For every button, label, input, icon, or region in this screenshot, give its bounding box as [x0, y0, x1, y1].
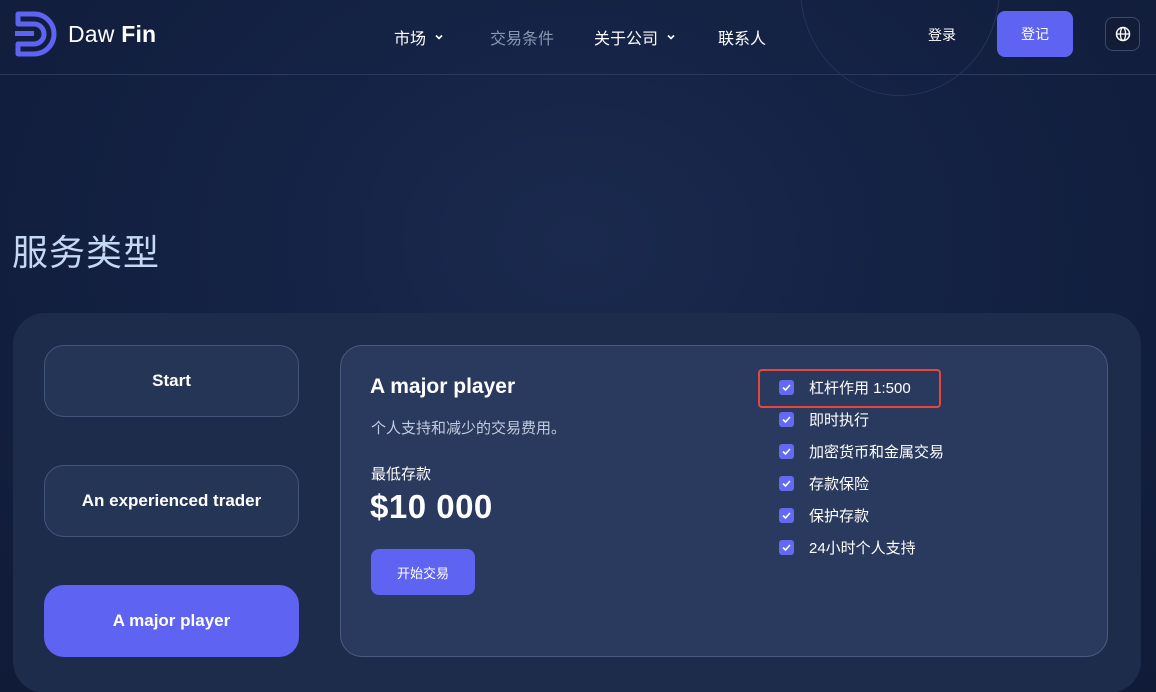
feature-item: 即时执行: [779, 409, 869, 430]
tab-label: A major player: [112, 611, 231, 630]
chevron-down-icon: [435, 34, 443, 40]
nav-item-label: 市场: [394, 31, 427, 48]
feature-label: 杠杆作用 1:500: [809, 380, 911, 397]
feature-item: 保护存款: [779, 505, 869, 526]
feature-item: 加密货币和金属交易: [779, 441, 944, 462]
feature-label: 加密货币和金属交易: [809, 444, 945, 461]
feature-item: 24小时个人支持: [779, 537, 916, 558]
nav-item-market[interactable]: 市场: [394, 25, 444, 49]
feature-label: 即时执行: [809, 412, 870, 429]
brand-name: Daw Fin: [68, 21, 156, 48]
chevron-down-icon: [667, 34, 675, 40]
start-trading-button[interactable]: 开始交易: [371, 549, 475, 595]
checkbox-checked-icon: [779, 444, 794, 459]
brand-logo[interactable]: Daw Fin: [12, 10, 156, 58]
min-deposit-label: 最低存款: [371, 466, 432, 483]
min-deposit-amount: $10 000: [370, 488, 493, 525]
checkbox-checked-icon: [779, 476, 794, 491]
feature-item: 存款保险: [779, 473, 869, 494]
signup-button[interactable]: 登记: [997, 11, 1073, 57]
decorative-arc: [800, 0, 1000, 96]
plan-description: 个人支持和减少的交易费用。: [371, 420, 567, 437]
nav-item-trading-conditions[interactable]: 交易条件: [490, 25, 554, 49]
nav-item-label: 联系人: [718, 31, 767, 48]
feature-item: 杠杆作用 1:500: [779, 377, 911, 398]
feature-label: 保护存款: [809, 508, 870, 525]
feature-label: 存款保险: [809, 476, 870, 493]
language-button[interactable]: [1105, 17, 1140, 51]
tab-experienced-trader[interactable]: An experienced trader: [44, 465, 299, 537]
brand-logo-icon: [15, 11, 57, 57]
nav-item-contacts[interactable]: 联系人: [718, 25, 766, 49]
tab-label: An experienced trader: [81, 491, 262, 510]
plan-title: A major player: [370, 375, 516, 398]
nav-item-label: 交易条件: [490, 31, 555, 48]
brand-name-bold: Fin: [121, 20, 157, 47]
checkbox-checked-icon: [779, 380, 794, 395]
tab-label: Start: [152, 371, 191, 390]
tab-start[interactable]: Start: [44, 345, 299, 417]
checkbox-checked-icon: [779, 412, 794, 427]
checkbox-checked-icon: [779, 508, 794, 523]
brand-name-regular: Daw: [68, 20, 115, 47]
nav-item-label: 关于公司: [594, 31, 659, 48]
checkbox-checked-icon: [779, 540, 794, 555]
feature-label: 24小时个人支持: [809, 540, 916, 557]
page-title: 服务类型: [12, 232, 161, 273]
nav-item-about-company[interactable]: 关于公司: [594, 25, 676, 49]
site-header: Daw Fin 市场 交易条件 关于公司 联系人 登录 登记: [0, 0, 1156, 96]
tab-major-player[interactable]: A major player: [44, 585, 299, 657]
login-link[interactable]: 登录: [928, 25, 956, 45]
globe-icon: [1115, 26, 1130, 42]
